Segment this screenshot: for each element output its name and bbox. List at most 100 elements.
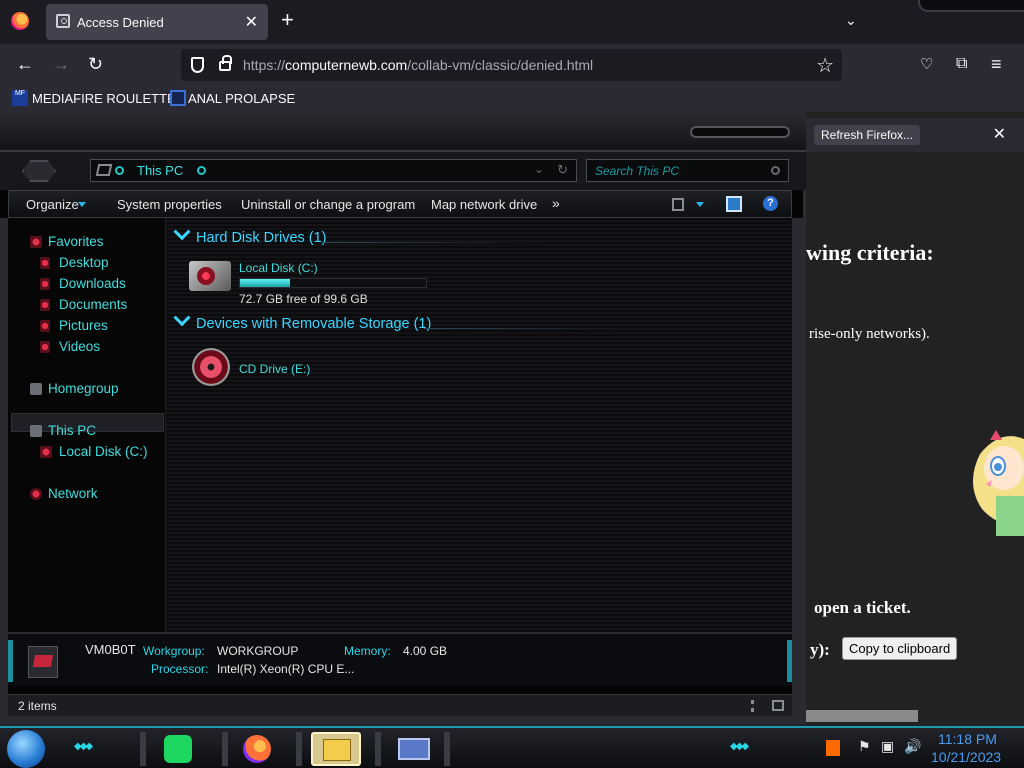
favorites-star-icon [30, 236, 42, 248]
workgroup-label: Workgroup: [143, 644, 205, 658]
more-commands-button[interactable]: » [552, 195, 560, 211]
reload-button[interactable]: ↻ [88, 54, 103, 74]
refresh-firefox-button[interactable]: Refresh Firefox... [814, 125, 921, 145]
pictures-icon [40, 320, 50, 332]
uninstall-program-button[interactable]: Uninstall or change a program [241, 197, 415, 212]
this-pc-icon [95, 164, 113, 176]
start-button[interactable] [7, 730, 45, 768]
pocket-icon[interactable]: ♡ [920, 55, 933, 75]
address-breadcrumb-this-pc[interactable]: This PC [137, 163, 183, 178]
group-removable-storage-label: Devices with Removable Storage (1) [196, 316, 432, 332]
refresh-icon[interactable]: ↻ [557, 162, 568, 178]
network-icon[interactable]: ▣ [881, 738, 894, 755]
preview-pane-icon[interactable] [726, 196, 742, 212]
large-icons-view-icon[interactable] [772, 700, 784, 711]
folder-icon [323, 739, 351, 761]
back-button[interactable]: ← [16, 54, 34, 74]
app-tray-icon[interactable] [826, 740, 840, 756]
taskbar-file-explorer[interactable] [311, 732, 361, 766]
search-placeholder: Search This PC [595, 164, 680, 178]
drive-c-name[interactable]: Local Disk (C:) [239, 261, 318, 275]
title-bar-decoration [690, 126, 790, 138]
address-bar[interactable]: This PC ⌄ ↻ [90, 159, 577, 182]
group-collapse-icon[interactable] [173, 309, 191, 327]
help-icon[interactable]: ? [763, 196, 778, 211]
taskbar-separator [140, 732, 146, 766]
organize-dropdown-icon[interactable] [78, 202, 86, 207]
page-horizontal-scrollbar[interactable] [806, 710, 918, 722]
nav-pictures[interactable]: Pictures [59, 318, 108, 333]
breadcrumb-separator-icon[interactable] [115, 166, 124, 175]
clock-time[interactable]: 11:18 PM [938, 731, 997, 747]
search-box[interactable]: Search This PC [586, 159, 789, 182]
extensions-icon[interactable]: ⧉ [956, 54, 967, 74]
group-collapse-icon[interactable] [173, 223, 191, 241]
mediafire-icon: MF [12, 90, 28, 106]
downloads-icon [40, 278, 50, 290]
address-history-chevron-icon[interactable]: ⌄ [534, 162, 544, 176]
url-bar[interactable]: https://computernewb.com/collab-vm/class… [181, 49, 842, 81]
nav-favorites[interactable]: Favorites [48, 234, 104, 249]
cd-drive-name[interactable]: CD Drive (E:) [239, 362, 310, 376]
clock-date[interactable]: 10/21/2023 [931, 749, 1001, 765]
drive-c-usage-fill [240, 279, 291, 287]
forward-button[interactable]: → [52, 54, 70, 74]
url-host: computernewb.com [285, 57, 408, 73]
map-network-drive-button[interactable]: Map network drive [431, 197, 537, 212]
bookmark-icon [170, 90, 186, 106]
nav-network[interactable]: Network [48, 486, 98, 501]
taskbar-remote-desktop[interactable] [389, 732, 439, 766]
taskbar-separator [375, 732, 381, 766]
tab-close-icon[interactable]: ✕ [245, 12, 258, 32]
drive-c-usage-bar [239, 278, 427, 288]
bookmark-star-icon[interactable]: ☆ [816, 53, 834, 78]
hard-disk-icon[interactable] [189, 261, 231, 291]
flag-icon[interactable]: ⚑ [858, 738, 871, 755]
notification-close-icon[interactable]: ✕ [993, 124, 1006, 144]
nav-this-pc[interactable]: This PC [48, 423, 96, 438]
explorer-command-bar: Organize System properties Uninstall or … [8, 190, 792, 218]
copy-label: y): [810, 640, 830, 659]
group-removable-storage[interactable]: Devices with Removable Storage (1) [173, 309, 432, 332]
nav-local-disk-c[interactable]: Local Disk (C:) [59, 444, 148, 459]
list-all-tabs-button[interactable]: ⌄ [845, 12, 857, 29]
change-view-icon[interactable] [672, 198, 684, 211]
nav-documents[interactable]: Documents [59, 297, 127, 312]
organize-button[interactable]: Organize [26, 197, 79, 212]
workgroup-value: WORKGROUP [217, 644, 299, 658]
computer-thumbnail-icon [28, 646, 58, 678]
view-options-dropdown-icon[interactable] [696, 202, 704, 207]
bookmark-anal-prolapse[interactable]: ANAL PROLAPSE [188, 91, 295, 106]
system-properties-button[interactable]: System properties [117, 197, 222, 212]
memory-value: 4.00 GB [403, 644, 448, 658]
app-menu-icon[interactable]: ≡ [991, 54, 1002, 74]
url-text[interactable]: https://computernewb.com/collab-vm/class… [243, 57, 593, 73]
networks-text: rise-only networks). [809, 326, 930, 342]
nav-homegroup[interactable]: Homegroup [48, 381, 119, 396]
nav-videos[interactable]: Videos [59, 339, 100, 354]
navigation-pane: Favorites Desktop Downloads Documents Pi… [8, 218, 166, 632]
browser-tab[interactable]: Access Denied ✕ [46, 4, 268, 40]
processor-label: Processor: [151, 662, 209, 676]
cd-drive-icon[interactable] [192, 348, 230, 386]
copy-to-clipboard-button[interactable]: Copy to clipboard [842, 637, 958, 660]
explorer-title-bar[interactable] [0, 112, 806, 152]
details-view-icon[interactable] [751, 700, 754, 712]
search-icon[interactable] [771, 166, 780, 175]
nav-downloads[interactable]: Downloads [59, 276, 126, 291]
taskbar-firefox[interactable] [233, 732, 283, 766]
nav-desktop[interactable]: Desktop [59, 255, 109, 270]
tracking-protection-shield-icon[interactable] [191, 57, 204, 73]
page-vertical-scrollbar[interactable] [1014, 152, 1024, 722]
group-hard-disk-drives-label: Hard Disk Drives (1) [196, 230, 327, 246]
memory-label: Memory: [344, 644, 391, 658]
volume-icon[interactable]: 🔊 [904, 738, 921, 755]
bookmark-mediafire-rouletter[interactable]: MEDIAFIRE ROULETTER [32, 91, 185, 106]
site-lock-icon[interactable] [219, 55, 232, 71]
new-tab-button[interactable]: + [281, 9, 294, 31]
taskbar-spotify[interactable] [154, 732, 204, 766]
documents-icon [40, 299, 50, 311]
group-hard-disk-drives[interactable]: Hard Disk Drives (1) [173, 223, 327, 246]
back-forward-orb-icon[interactable] [22, 160, 56, 182]
breadcrumb-dropdown-icon[interactable] [197, 166, 206, 175]
